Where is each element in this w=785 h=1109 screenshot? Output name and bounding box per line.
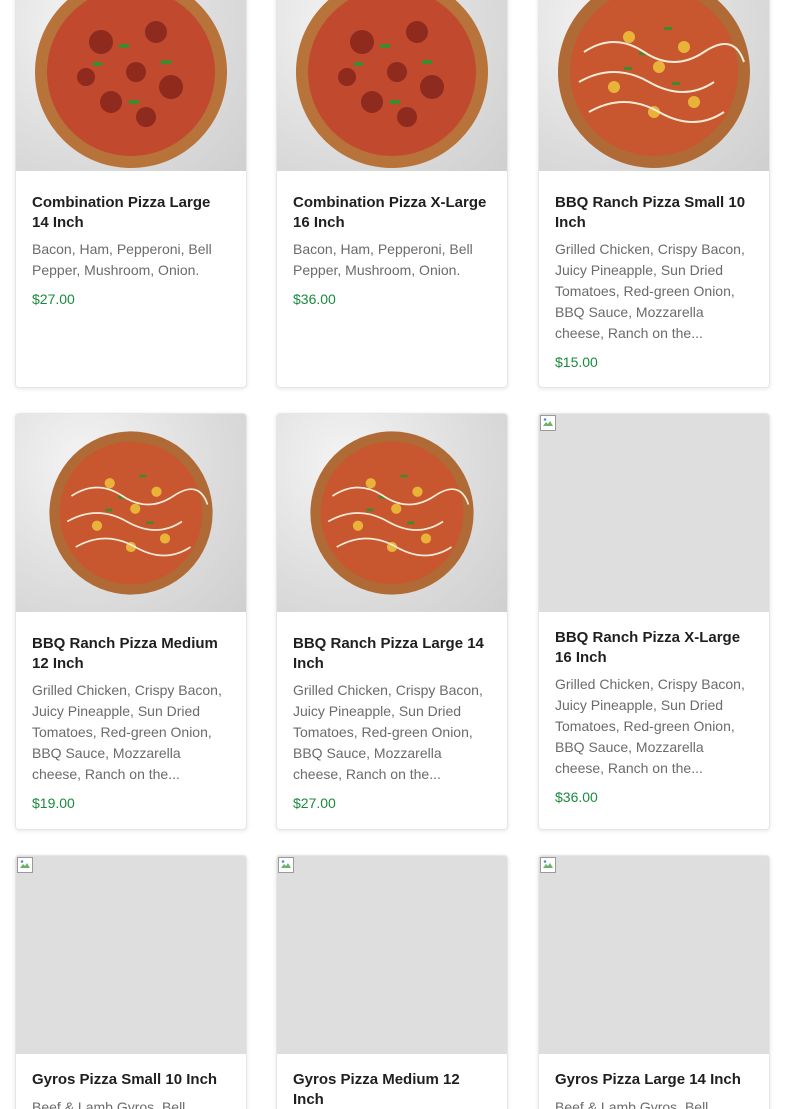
product-price: $19.00 <box>32 795 75 811</box>
product-card-bbq-ranch-large[interactable]: BBQ Ranch Pizza Large 14 Inch Grilled Ch… <box>276 413 508 830</box>
combination-pizza-image <box>277 0 507 171</box>
product-card-bbq-ranch-xlarge[interactable]: BBQ Ranch Pizza X-Large 16 Inch Grilled … <box>538 413 770 830</box>
product-description: Grilled Chicken, Crispy Bacon, Juicy Pin… <box>293 682 483 782</box>
product-card-combination-xlarge[interactable]: Combination Pizza X-Large 16 Inch Bacon,… <box>276 0 508 388</box>
broken-image-icon <box>540 415 556 431</box>
gyros-pizza-image <box>16 856 246 1054</box>
product-card-gyros-small[interactable]: Gyros Pizza Small 10 Inch Beef & Lamb Gy… <box>15 855 247 1109</box>
product-title: BBQ Ranch Pizza Small 10 Inch <box>555 194 746 231</box>
product-card-bbq-ranch-small[interactable]: BBQ Ranch Pizza Small 10 Inch Grilled Ch… <box>538 0 770 388</box>
broken-image-icon <box>540 857 556 873</box>
product-title: Gyros Pizza Large 14 Inch <box>555 1071 741 1088</box>
product-title: Combination Pizza X-Large 16 Inch <box>293 194 487 231</box>
combination-pizza-image <box>16 0 246 171</box>
bbq-ranch-pizza-image <box>16 414 246 612</box>
product-title: Gyros Pizza Small 10 Inch <box>32 1071 218 1088</box>
product-title: BBQ Ranch Pizza Large 14 Inch <box>293 635 484 672</box>
product-description: Beef & Lamb Gyros, Bell <box>555 1098 709 1109</box>
product-description: Grilled Chicken, Crispy Bacon, Juicy Pin… <box>555 241 745 341</box>
product-description: Bacon, Ham, Pepperoni, Bell Pepper, Mush… <box>293 241 473 278</box>
product-card-combination-large[interactable]: Combination Pizza Large 14 Inch Bacon, H… <box>15 0 247 388</box>
product-card-gyros-medium[interactable]: Gyros Pizza Medium 12 Inch <box>276 855 508 1109</box>
gyros-pizza-image <box>277 856 507 1054</box>
product-description: Beef & Lamb Gyros, Bell <box>32 1098 186 1109</box>
product-card-bbq-ranch-medium[interactable]: BBQ Ranch Pizza Medium 12 Inch Grilled C… <box>15 413 247 830</box>
bbq-ranch-pizza-image <box>539 414 769 612</box>
product-price: $27.00 <box>32 291 75 307</box>
product-title: Combination Pizza Large 14 Inch <box>32 194 211 231</box>
product-price: $27.00 <box>293 795 336 811</box>
product-price: $36.00 <box>293 291 336 307</box>
product-price: $15.00 <box>555 354 598 370</box>
product-card-gyros-large[interactable]: Gyros Pizza Large 14 Inch Beef & Lamb Gy… <box>538 855 770 1109</box>
product-description: Grilled Chicken, Crispy Bacon, Juicy Pin… <box>555 676 745 776</box>
bbq-ranch-pizza-image <box>277 414 507 612</box>
gyros-pizza-image <box>539 856 769 1054</box>
bbq-ranch-pizza-image <box>539 0 769 171</box>
product-price: $36.00 <box>555 789 598 805</box>
product-title: BBQ Ranch Pizza X-Large 16 Inch <box>555 629 741 666</box>
broken-image-icon <box>17 857 33 873</box>
product-description: Grilled Chicken, Crispy Bacon, Juicy Pin… <box>32 682 222 782</box>
product-title: BBQ Ranch Pizza Medium 12 Inch <box>32 635 218 672</box>
broken-image-icon <box>278 857 294 873</box>
product-description: Bacon, Ham, Pepperoni, Bell Pepper, Mush… <box>32 241 212 278</box>
product-title: Gyros Pizza Medium 12 Inch <box>293 1071 460 1108</box>
